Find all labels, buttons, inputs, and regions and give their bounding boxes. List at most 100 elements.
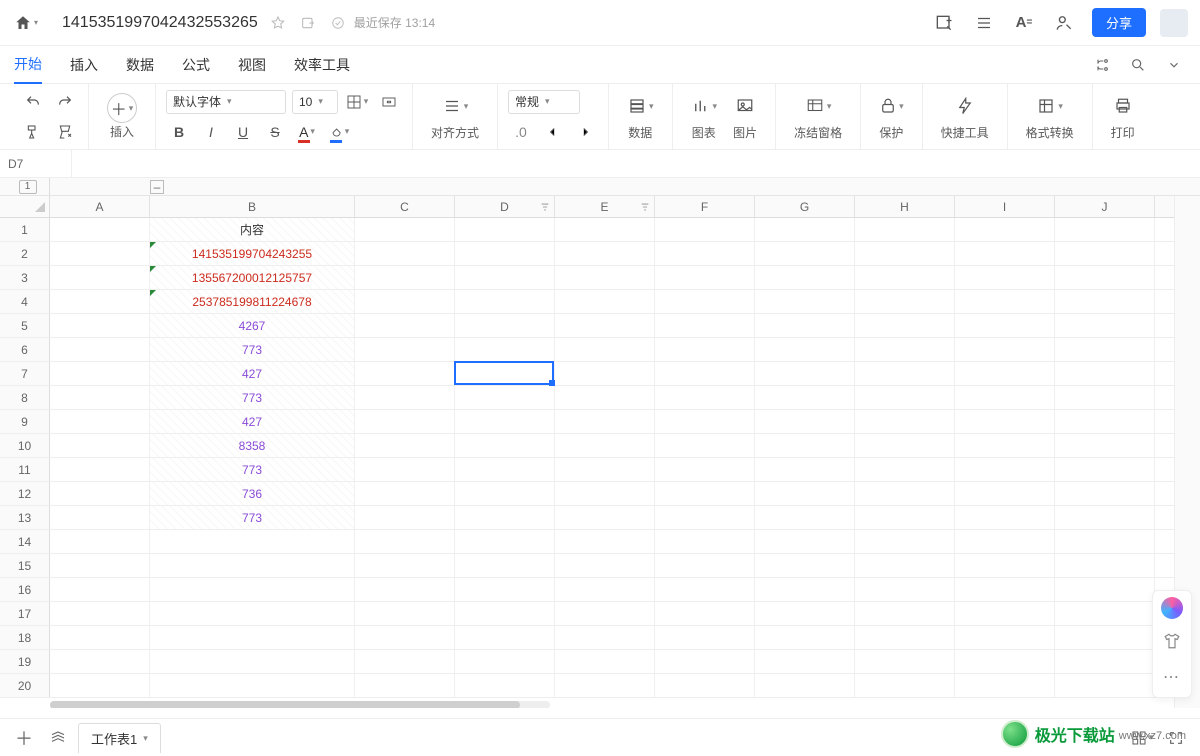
cell[interactable] bbox=[555, 530, 655, 553]
cell[interactable] bbox=[1055, 674, 1155, 697]
cell[interactable] bbox=[1055, 530, 1155, 553]
column-header[interactable]: B bbox=[150, 196, 355, 217]
column-header[interactable]: E bbox=[555, 196, 655, 217]
tab-insert[interactable]: 插入 bbox=[70, 47, 98, 83]
cell[interactable] bbox=[355, 554, 455, 577]
cell[interactable] bbox=[1055, 578, 1155, 601]
row-header[interactable]: 14 bbox=[0, 530, 50, 553]
cell[interactable] bbox=[355, 506, 455, 529]
cell[interactable] bbox=[50, 554, 150, 577]
cell[interactable] bbox=[755, 650, 855, 673]
cell[interactable] bbox=[355, 458, 455, 481]
cell[interactable] bbox=[655, 674, 755, 697]
decrease-decimal-icon[interactable] bbox=[540, 120, 566, 144]
cell[interactable] bbox=[1055, 386, 1155, 409]
underline-icon[interactable]: U bbox=[230, 120, 256, 144]
column-header[interactable]: I bbox=[955, 196, 1055, 217]
cell[interactable] bbox=[50, 578, 150, 601]
row-header[interactable]: 7 bbox=[0, 362, 50, 385]
cell[interactable] bbox=[955, 650, 1055, 673]
cell[interactable] bbox=[1055, 338, 1155, 361]
tab-data[interactable]: 数据 bbox=[126, 47, 154, 83]
cell[interactable] bbox=[555, 242, 655, 265]
tab-start[interactable]: 开始 bbox=[14, 46, 42, 84]
cell[interactable] bbox=[555, 410, 655, 433]
italic-icon[interactable]: I bbox=[198, 120, 224, 144]
list-icon[interactable] bbox=[968, 7, 1000, 39]
cell[interactable] bbox=[955, 482, 1055, 505]
cell[interactable]: 736 bbox=[150, 482, 355, 505]
cell[interactable] bbox=[955, 218, 1055, 241]
cell[interactable] bbox=[1055, 482, 1155, 505]
cell[interactable] bbox=[150, 674, 355, 697]
chart-icon[interactable]: ▾ bbox=[691, 92, 718, 120]
cell[interactable] bbox=[555, 218, 655, 241]
cell[interactable] bbox=[355, 314, 455, 337]
column-header[interactable]: D bbox=[455, 196, 555, 217]
row-header[interactable]: 19 bbox=[0, 650, 50, 673]
cell[interactable] bbox=[1055, 626, 1155, 649]
cell[interactable] bbox=[1055, 410, 1155, 433]
cell[interactable] bbox=[655, 434, 755, 457]
strikethrough-icon[interactable]: S bbox=[262, 120, 288, 144]
cell[interactable] bbox=[655, 218, 755, 241]
cell[interactable] bbox=[555, 602, 655, 625]
horizontal-scrollbar[interactable] bbox=[0, 698, 1174, 708]
cell[interactable] bbox=[655, 650, 755, 673]
cell[interactable] bbox=[655, 242, 755, 265]
cell[interactable] bbox=[555, 578, 655, 601]
row-header[interactable]: 16 bbox=[0, 578, 50, 601]
cell[interactable] bbox=[655, 530, 755, 553]
cell[interactable] bbox=[655, 482, 755, 505]
cell[interactable] bbox=[1055, 554, 1155, 577]
cell[interactable] bbox=[455, 338, 555, 361]
row-header[interactable]: 20 bbox=[0, 674, 50, 697]
cell[interactable] bbox=[655, 554, 755, 577]
cell[interactable] bbox=[955, 530, 1055, 553]
cell[interactable] bbox=[50, 242, 150, 265]
cell[interactable] bbox=[555, 650, 655, 673]
cell[interactable] bbox=[355, 578, 455, 601]
number-format-select[interactable]: 常规▾ bbox=[508, 90, 580, 114]
cell[interactable] bbox=[1055, 602, 1155, 625]
row-header[interactable]: 11 bbox=[0, 458, 50, 481]
cell[interactable] bbox=[855, 530, 955, 553]
ai-assistant-icon[interactable] bbox=[1161, 597, 1183, 619]
cell[interactable] bbox=[355, 290, 455, 313]
cell[interactable] bbox=[50, 218, 150, 241]
cell[interactable] bbox=[555, 554, 655, 577]
home-button[interactable]: ▾ bbox=[12, 9, 40, 37]
cell[interactable] bbox=[455, 482, 555, 505]
cell[interactable] bbox=[455, 530, 555, 553]
cell[interactable] bbox=[555, 266, 655, 289]
cell[interactable] bbox=[655, 266, 755, 289]
cell[interactable] bbox=[1055, 506, 1155, 529]
cell[interactable] bbox=[355, 242, 455, 265]
cell[interactable] bbox=[755, 482, 855, 505]
clear-format-icon[interactable] bbox=[52, 120, 78, 144]
cell[interactable] bbox=[955, 242, 1055, 265]
cell[interactable] bbox=[555, 290, 655, 313]
cell[interactable] bbox=[855, 386, 955, 409]
cell[interactable] bbox=[955, 506, 1055, 529]
cell[interactable] bbox=[50, 266, 150, 289]
cell[interactable] bbox=[50, 290, 150, 313]
fill-color-icon[interactable]: ▾ bbox=[326, 120, 352, 144]
cell[interactable] bbox=[855, 314, 955, 337]
cell[interactable] bbox=[755, 674, 855, 697]
cell[interactable] bbox=[755, 506, 855, 529]
cell[interactable] bbox=[455, 290, 555, 313]
cell[interactable] bbox=[50, 386, 150, 409]
cell[interactable] bbox=[655, 506, 755, 529]
cell[interactable] bbox=[955, 554, 1055, 577]
column-header[interactable]: C bbox=[355, 196, 455, 217]
cell[interactable] bbox=[855, 554, 955, 577]
cell[interactable] bbox=[955, 362, 1055, 385]
cell[interactable] bbox=[755, 530, 855, 553]
cell[interactable]: 8358 bbox=[150, 434, 355, 457]
outline-collapse-button[interactable]: – bbox=[150, 180, 164, 194]
row-header[interactable]: 12 bbox=[0, 482, 50, 505]
cell[interactable] bbox=[355, 338, 455, 361]
cell[interactable] bbox=[455, 650, 555, 673]
cell[interactable] bbox=[755, 290, 855, 313]
